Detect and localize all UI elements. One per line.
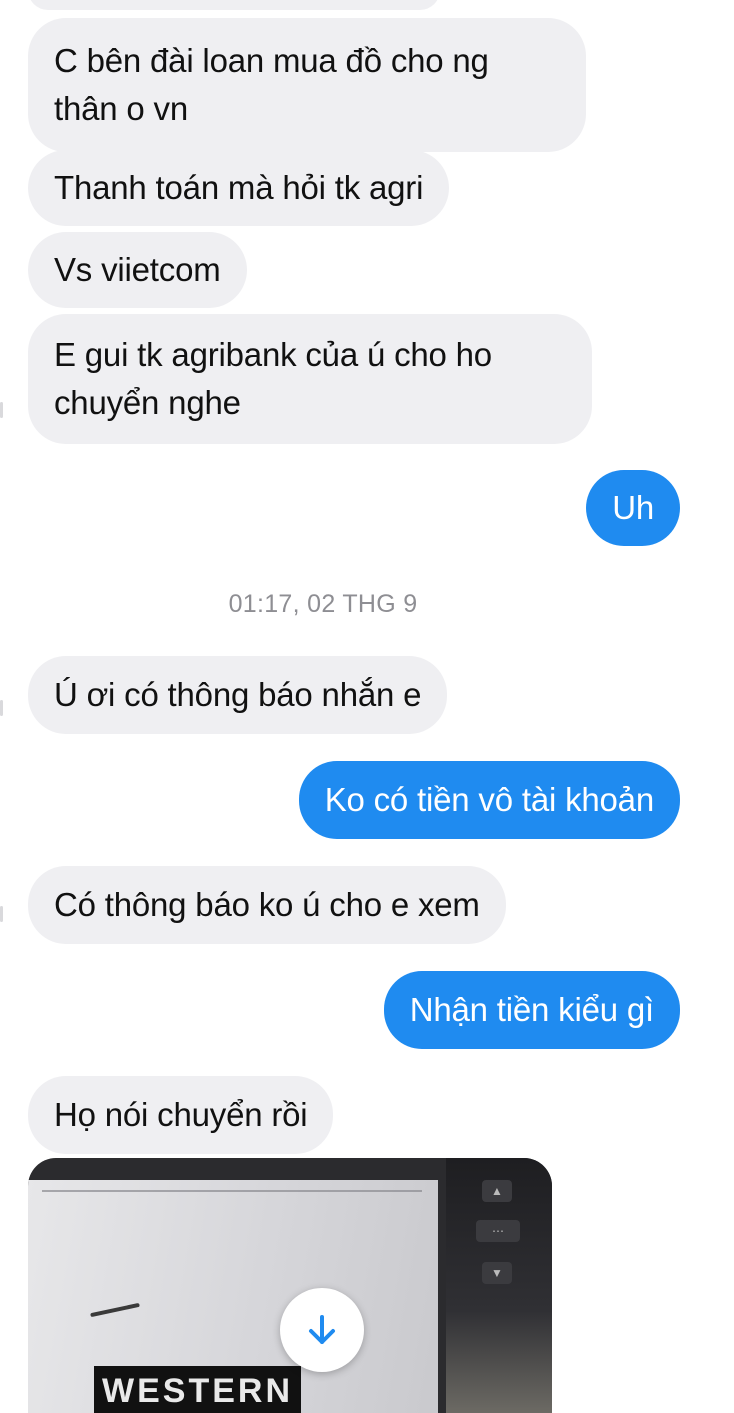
message-bubble-partial[interactable] <box>28 0 440 10</box>
message-text: Vs viietcom <box>54 251 221 288</box>
message-text-line: C bên đài loan mua đồ cho ng <box>54 42 489 79</box>
avatar-edge-mark <box>0 700 3 716</box>
photo-panel-button: ⋯ <box>476 1220 520 1242</box>
message-bubble-incoming[interactable]: Họ nói chuyển rồi <box>28 1076 334 1154</box>
photo-panel-button: ▲ <box>482 1180 512 1202</box>
photo-attachment[interactable]: ▲ ⋯ ▼ WESTERN <box>28 1158 552 1413</box>
photo-paper-lines <box>42 1190 422 1198</box>
avatar-edge-mark <box>0 906 3 922</box>
photo-pen-mark <box>90 1302 140 1318</box>
message-bubble-incoming[interactable]: Thanh toán mà hỏi tk agri <box>28 150 450 226</box>
message-text-line: E gui tk agribank của ú cho ho <box>54 336 492 373</box>
message-timestamp: 01:17, 02 THG 9 <box>228 590 418 618</box>
message-text: Nhận tiền kiểu gì <box>409 991 654 1028</box>
message-text: Họ nói chuyển rồi <box>54 1096 308 1133</box>
avatar-edge-mark <box>0 402 3 418</box>
message-text: Ú ơi có thông báo nhắn e <box>54 676 422 713</box>
message-text: Thanh toán mà hỏi tk agri <box>54 169 424 206</box>
message-text-line: chuyển nghe <box>54 384 241 421</box>
photo-panel-button: ▼ <box>482 1262 512 1284</box>
photo-brand-text: WESTERN <box>94 1366 301 1413</box>
message-bubble-incoming[interactable]: Ú ơi có thông báo nhắn e <box>28 656 448 734</box>
message-bubble-incoming[interactable]: Có thông báo ko ú cho e xem <box>28 866 506 944</box>
message-text: Ko có tiền vô tài khoản <box>324 781 654 818</box>
scroll-to-bottom-button[interactable] <box>280 1288 364 1372</box>
arrow-down-icon <box>309 1315 335 1344</box>
photo-device-panel: ▲ ⋯ ▼ <box>446 1158 552 1413</box>
message-bubble-outgoing[interactable]: Uh <box>586 470 680 546</box>
message-bubble-outgoing[interactable]: Nhận tiền kiểu gì <box>383 971 680 1049</box>
message-bubble-incoming[interactable]: C bên đài loan mua đồ cho ng thân o vn <box>28 18 586 152</box>
message-text: Uh <box>612 489 654 526</box>
message-bubble-incoming[interactable]: Vs viietcom <box>28 232 247 308</box>
message-text: Có thông báo ko ú cho e xem <box>54 886 480 923</box>
message-bubble-outgoing[interactable]: Ko có tiền vô tài khoản <box>298 761 680 839</box>
message-text-line: thân o vn <box>54 90 188 127</box>
message-bubble-incoming[interactable]: E gui tk agribank của ú cho ho chuyển ng… <box>28 314 592 444</box>
